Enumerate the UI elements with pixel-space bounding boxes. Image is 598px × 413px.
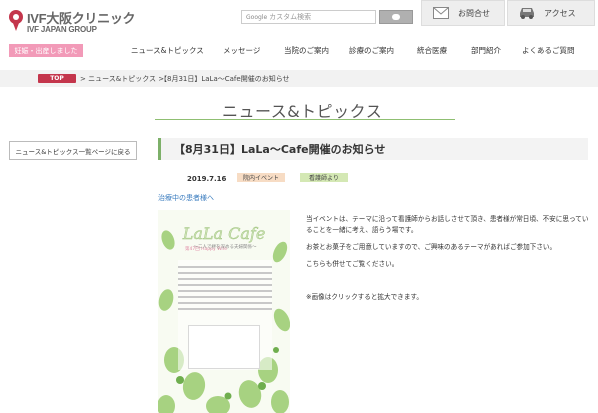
google-label: Google xyxy=(246,13,268,21)
article-paragraph-1: 当イベントは、テーマに沿って看護師からお話しさせて頂き、患者様が常日頃、不安に思… xyxy=(306,215,589,234)
patients-link[interactable]: 治療中の患者様へ xyxy=(158,193,214,203)
back-to-list-button[interactable]: ニュース&トピックス一覧ページに戻る xyxy=(9,141,137,160)
tag-event[interactable]: 院内イベント xyxy=(237,173,285,182)
article-date: 2019.7.16 xyxy=(187,175,227,183)
contact-label: お問合せ xyxy=(458,8,490,18)
nav-clinic-info[interactable]: 当院のご案内 xyxy=(284,44,329,56)
breadcrumb-news[interactable]: > ニュース&トピックス > xyxy=(80,74,164,84)
mail-icon xyxy=(432,6,450,20)
section-divider xyxy=(155,119,455,120)
logo-subtitle: IVF JAPAN GROUP xyxy=(27,25,97,34)
nav-news[interactable]: ニュース&トピックス xyxy=(131,44,204,56)
logo-mark-icon xyxy=(9,10,23,31)
article-paragraph-3: こちらも併せてご覧ください。 xyxy=(306,260,399,268)
poster-text-block xyxy=(178,266,272,320)
search-button[interactable] xyxy=(379,10,413,24)
search-input[interactable]: Google カスタム検索 xyxy=(241,10,376,24)
article-paragraph-2: お茶とお菓子をご用意していますので、ご興味のあるテーマがあればご参加下さい。 xyxy=(306,243,557,251)
nav-integrative[interactable]: 統合医療 xyxy=(417,44,447,56)
access-button[interactable]: アクセス xyxy=(507,0,595,26)
site-logo[interactable]: IVF大阪クリニック IVF JAPAN GROUP xyxy=(8,8,136,36)
breadcrumb-top[interactable]: TOP xyxy=(38,74,76,83)
article-paragraph-4: ※画像はクリックすると拡大できます。 xyxy=(306,293,423,301)
car-icon xyxy=(518,6,536,20)
poster-details-table xyxy=(188,325,260,369)
nav-faq[interactable]: よくあるご質問 xyxy=(522,44,575,56)
access-label: アクセス xyxy=(544,8,576,18)
search-placeholder: カスタム検索 xyxy=(269,13,312,21)
article-title: 【8月31日】LaLa～Cafe開催のお知らせ xyxy=(158,138,588,160)
pregnant-link-badge[interactable]: 妊娠・出産しました xyxy=(9,44,83,57)
tag-nurse[interactable]: 看護師より xyxy=(300,173,348,182)
nav-message[interactable]: メッセージ xyxy=(223,44,260,56)
contact-button[interactable]: お問合せ xyxy=(421,0,505,26)
poster-note: ～二人で絆を深める夫婦関係～ xyxy=(193,245,257,250)
svg-text:LaLa Cafe: LaLa Cafe xyxy=(182,224,266,243)
nav-treatment[interactable]: 診療のご案内 xyxy=(349,44,394,56)
breadcrumb-current: 【8月31日】LaLa～Cafe開催のお知らせ xyxy=(160,75,290,83)
nav-departments[interactable]: 部門紹介 xyxy=(471,44,501,56)
event-poster-image[interactable]: LaLa Cafe 第47回 Happy Wife ～二人で絆を深める夫婦関係～ xyxy=(158,210,290,413)
